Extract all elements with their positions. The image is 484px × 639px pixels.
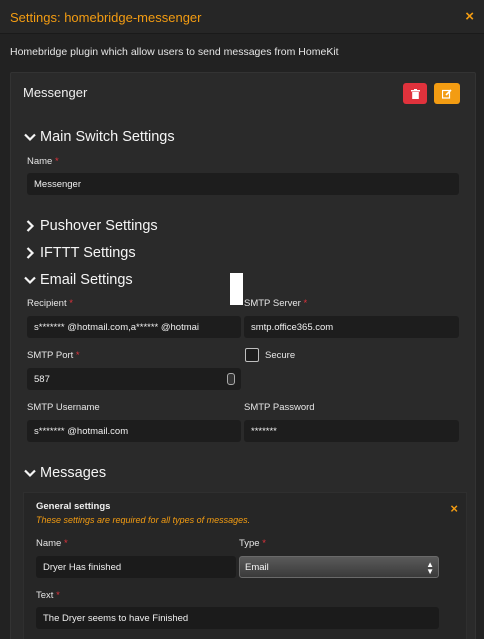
chevron-right-icon — [26, 220, 35, 232]
edit-button[interactable] — [434, 83, 460, 104]
smtp-port-input[interactable]: 587 — [27, 368, 241, 390]
select-arrows-icon: ▲ ▼ — [426, 560, 434, 576]
section-pushover-label: Pushover Settings — [40, 218, 158, 234]
chevron-down-icon — [24, 276, 36, 285]
message-card: General settings These settings are requ… — [23, 492, 467, 639]
section-ifttt[interactable]: IFTTT Settings — [24, 245, 136, 261]
section-main-switch[interactable]: Main Switch Settings — [24, 129, 175, 145]
modal-title: Settings: homebridge-messenger — [10, 10, 202, 25]
section-pushover[interactable]: Pushover Settings — [24, 218, 158, 234]
section-ifttt-label: IFTTT Settings — [40, 245, 136, 261]
accessory-card: Messenger Main Switch Settings Name * Me… — [10, 72, 476, 639]
message-type-label: Type * — [239, 538, 266, 549]
modal-header: Settings: homebridge-messenger × — [0, 0, 484, 34]
smtp-username-label: SMTP Username — [27, 402, 100, 413]
general-settings-title: General settings — [36, 501, 111, 512]
smtp-username-input[interactable]: s******* @hotmail.com — [27, 420, 241, 442]
message-text-input[interactable]: The Dryer seems to have Finished — [36, 607, 439, 629]
number-stepper[interactable] — [227, 373, 235, 385]
name-input[interactable]: Messenger — [27, 173, 459, 195]
close-icon[interactable]: × — [465, 8, 474, 25]
general-settings-note: These settings are required for all type… — [36, 515, 251, 525]
smtp-port-label: SMTP Port * — [27, 350, 80, 361]
remove-message-icon[interactable]: × — [450, 501, 458, 516]
recipient-input[interactable]: s******* @hotmail.com,a****** @hotmai — [27, 316, 241, 338]
smtp-port-value: 587 — [34, 373, 50, 385]
smtp-password-input[interactable]: ******* — [244, 420, 459, 442]
section-email-label: Email Settings — [40, 272, 133, 288]
recipient-label: Recipient * — [27, 298, 73, 309]
card-title: Messenger — [23, 85, 88, 100]
trash-icon — [410, 88, 420, 99]
message-text-label: Text * — [36, 590, 60, 601]
section-messages-label: Messages — [40, 465, 107, 481]
message-type-select[interactable]: Email ▲ ▼ — [239, 556, 439, 578]
name-label: Name * — [27, 156, 59, 167]
plugin-description: Homebridge plugin which allow users to s… — [10, 46, 339, 58]
message-type-value: Email — [245, 561, 269, 573]
edit-icon — [442, 88, 452, 99]
chevron-down-icon — [24, 469, 36, 478]
secure-label: Secure — [265, 350, 296, 361]
delete-button[interactable] — [403, 83, 427, 104]
message-name-input[interactable]: Dryer Has finished — [36, 556, 236, 578]
smtp-server-label: SMTP Server * — [244, 298, 308, 309]
chevron-right-icon — [26, 247, 35, 259]
secure-checkbox[interactable] — [245, 348, 259, 362]
section-email[interactable]: Email Settings — [24, 272, 133, 288]
smtp-server-input[interactable]: smtp.office365.com — [244, 316, 459, 338]
chevron-down-icon — [24, 133, 36, 142]
smtp-password-label: SMTP Password — [244, 402, 315, 413]
section-main-switch-label: Main Switch Settings — [40, 129, 175, 145]
redaction-block — [230, 273, 243, 305]
message-name-label: Name * — [36, 538, 68, 549]
section-messages[interactable]: Messages — [24, 465, 106, 481]
